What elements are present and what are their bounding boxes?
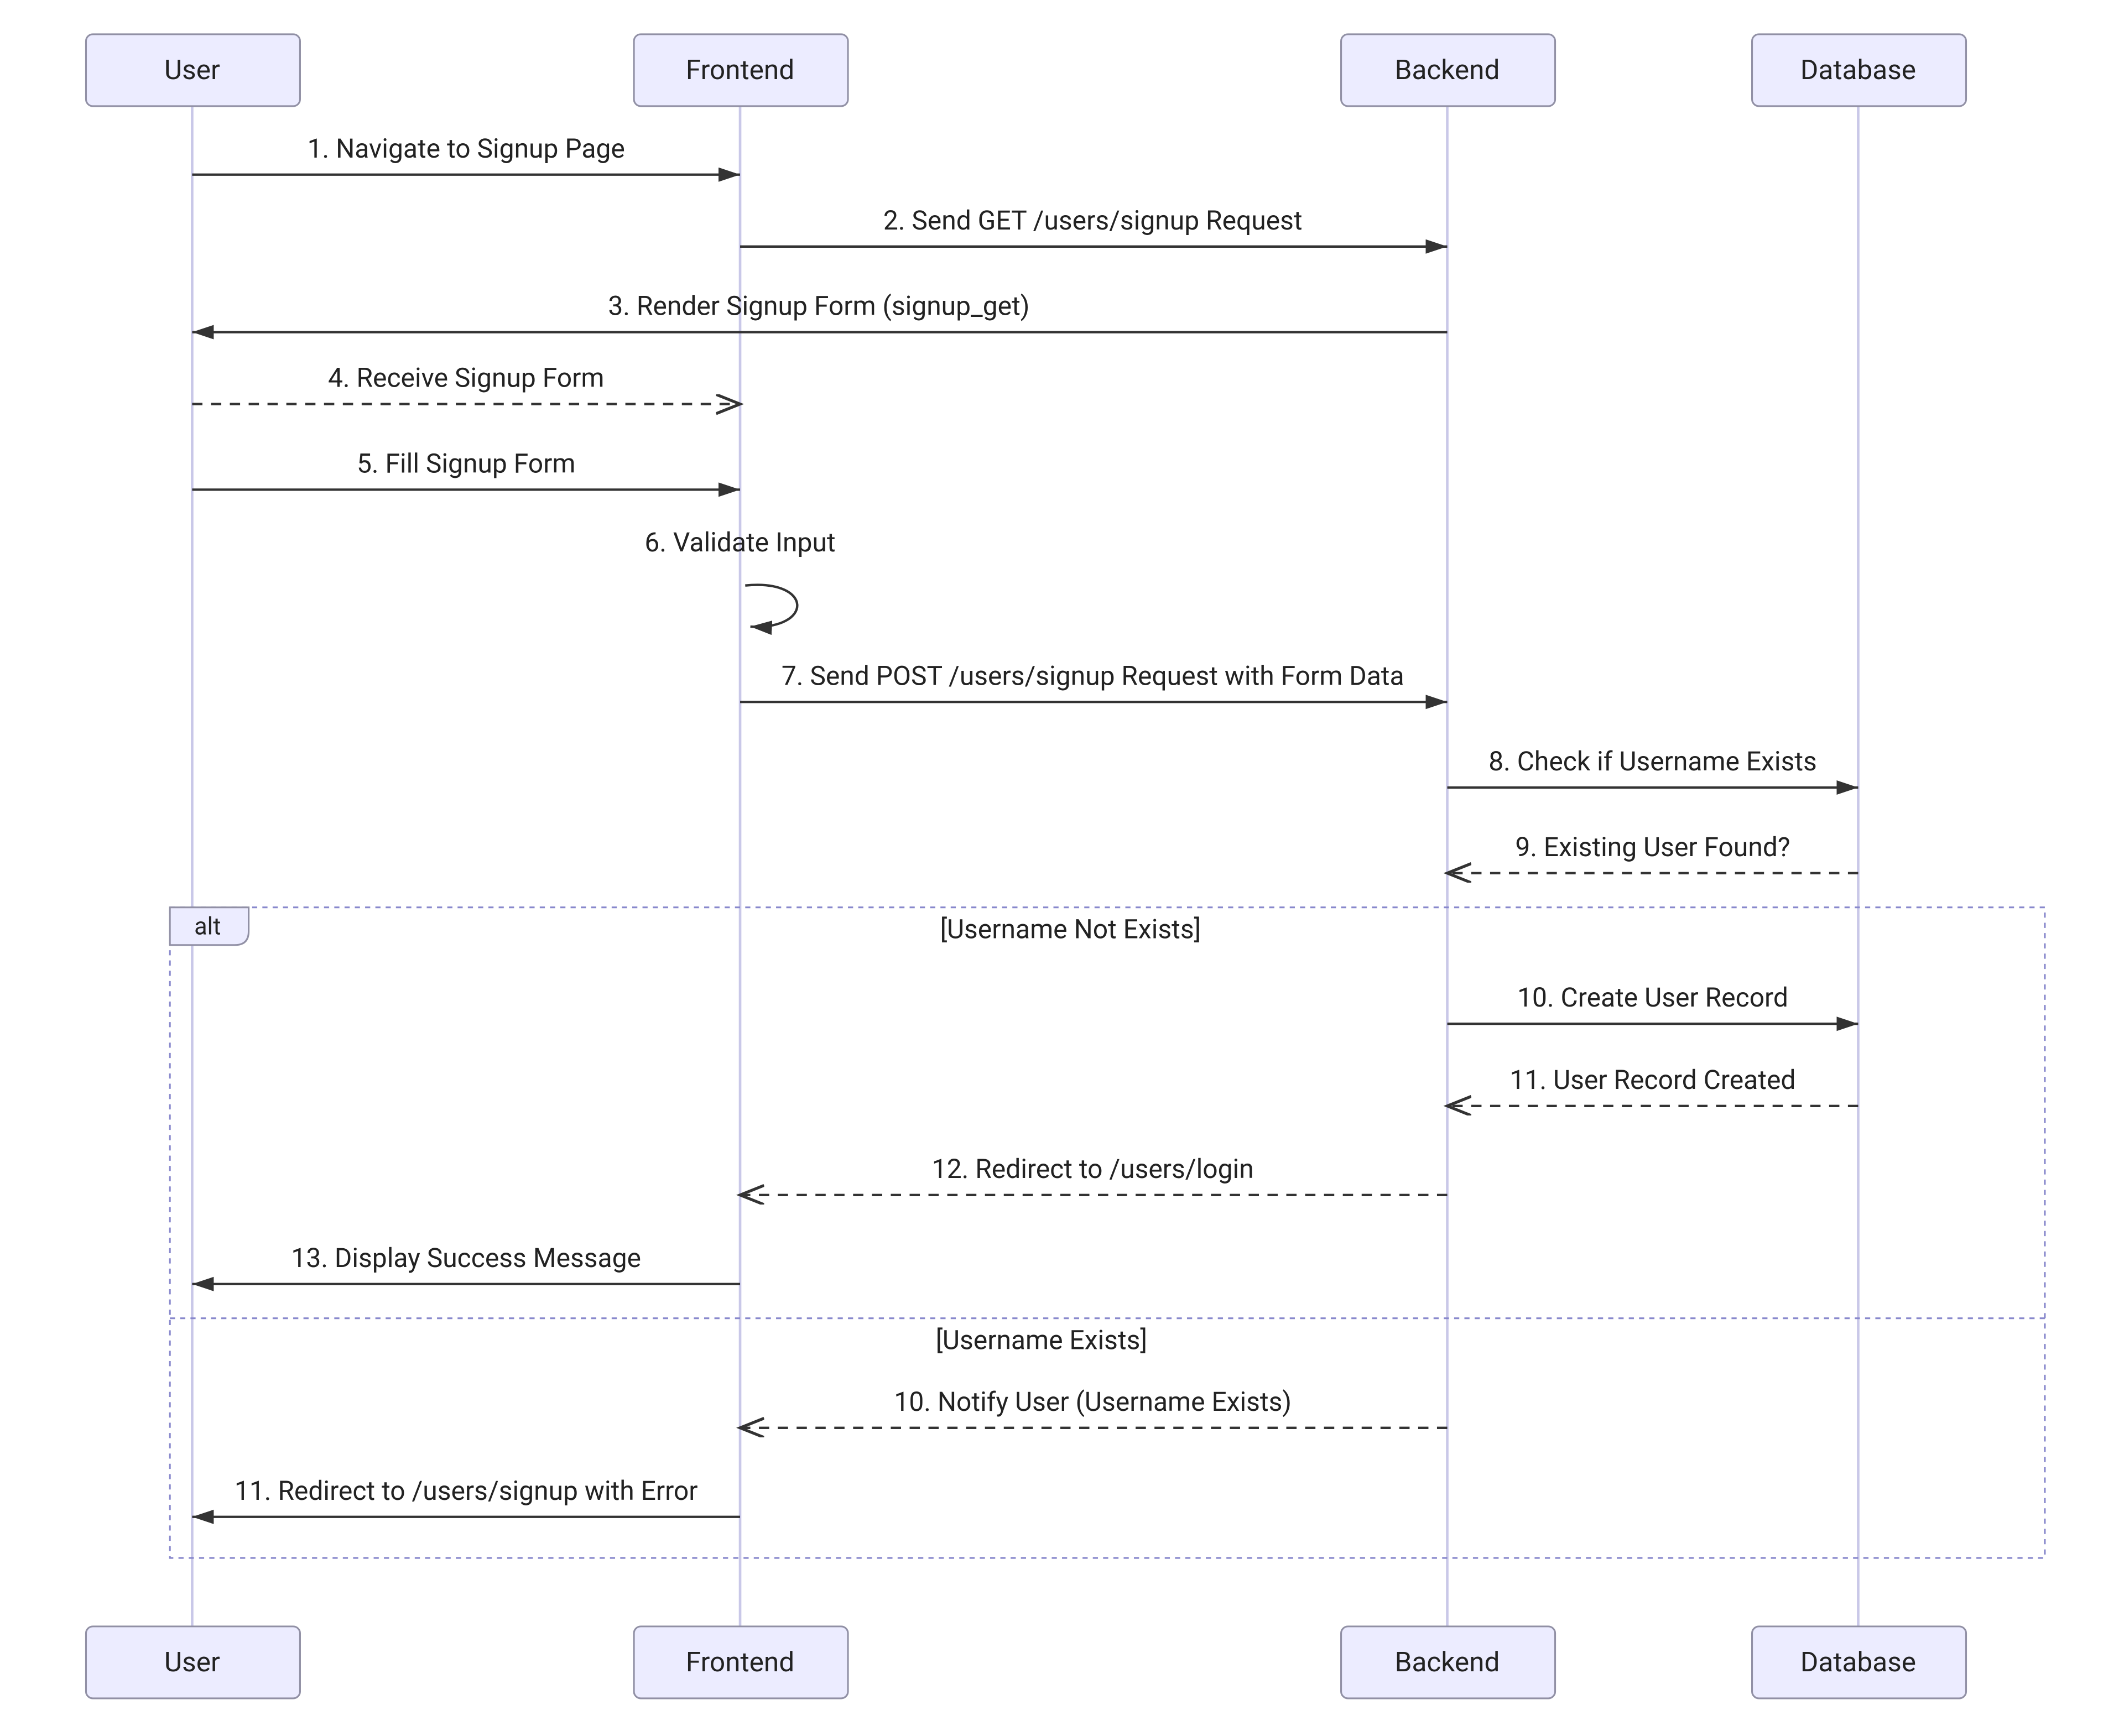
actor-frontend-label: Frontend [686,54,794,86]
actor-backend-bottom: Backend [1341,1626,1555,1698]
actor-frontend-top: Frontend [634,34,848,106]
actor-backend-label: Backend [1395,54,1500,86]
msg-10a-label: 10. Create User Record [1517,982,1788,1013]
actor-database-label-bottom: Database [1800,1646,1916,1678]
actor-frontend-label-bottom: Frontend [686,1646,794,1678]
msg-11a-label: 11. User Record Created [1510,1064,1796,1096]
actor-frontend-bottom: Frontend [634,1626,848,1698]
actor-backend-top: Backend [1341,34,1555,106]
msg-10b-label: 10. Notify User (Username Exists) [894,1386,1292,1417]
alt-guard-1: [Username Not Exists] [940,913,1201,945]
actor-user-label: User [164,54,220,86]
msg-11b-label: 11. Redirect to /users/signup with Error [235,1475,698,1506]
alt-guard-2: [Username Exists] [936,1324,1148,1356]
msg-13a-label: 13. Display Success Message [291,1242,641,1274]
msg-9-label: 9. Existing User Found? [1515,831,1790,863]
alt-label-text: alt [194,912,221,940]
actor-backend-label-bottom: Backend [1395,1646,1500,1678]
msg-3-label: 3. Render Signup Form (signup_get) [608,290,1029,322]
msg-4-label: 4. Receive Signup Form [328,362,605,394]
msg-2-label: 2. Send GET /users/signup Request [883,205,1303,236]
sequence-diagram: User Frontend Backend Database 1. Naviga… [0,0,2124,1736]
actor-database-top: Database [1752,34,1966,106]
msg-6-self-loop [745,585,797,627]
actor-user-top: User [86,34,300,106]
actor-user-label-bottom: User [164,1646,220,1678]
msg-12a-label: 12. Redirect to /users/login [932,1153,1254,1185]
msg-7-label: 7. Send POST /users/signup Request with … [782,660,1404,691]
actor-database-label: Database [1800,54,1916,86]
actor-user-bottom: User [86,1626,300,1698]
msg-6-label: 6. Validate Input [644,526,835,558]
msg-8-label: 8. Check if Username Exists [1488,746,1817,777]
msg-5-label: 5. Fill Signup Form [357,447,575,479]
msg-1-label: 1. Navigate to Signup Page [308,133,625,164]
actor-database-bottom: Database [1752,1626,1966,1698]
